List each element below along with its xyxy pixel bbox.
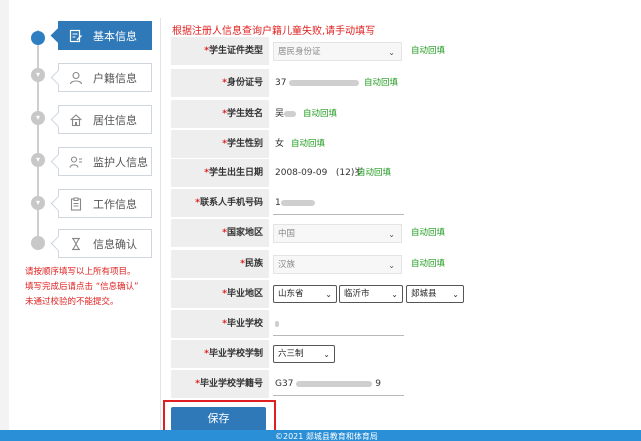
- field-label: *民族: [171, 250, 269, 278]
- step-label: 工作信息: [93, 197, 137, 211]
- divider: [160, 18, 161, 441]
- footer-bar: ©2021 郯城县教育和体育局: [0, 430, 641, 441]
- step-household-info[interactable]: 户籍信息: [58, 63, 152, 92]
- step-dot: ▾: [31, 196, 45, 210]
- step-work-info[interactable]: 工作信息: [58, 189, 152, 218]
- save-highlight: 保存: [163, 400, 276, 434]
- auto-fill-tag: 自动回填: [364, 78, 399, 88]
- field-label: *学生出生日期: [171, 159, 269, 187]
- step-label: 户籍信息: [93, 71, 137, 85]
- field-label: *学生证件类型: [171, 37, 269, 65]
- auto-fill-tag: 自动回填: [411, 46, 446, 56]
- row-id-type: *学生证件类型 居民身份证 ⌄ 自动回填: [171, 37, 445, 65]
- step-guardian-info[interactable]: 监护人信息: [58, 147, 152, 176]
- student-number-input[interactable]: G37 9: [271, 370, 404, 398]
- field-label: *身份证号: [171, 69, 269, 97]
- hourglass-icon: [69, 237, 83, 251]
- step-confirm-info[interactable]: 信息确认: [58, 229, 152, 258]
- row-student-name: *学生姓名 吴 自动回填: [171, 100, 401, 128]
- chevron-down-icon: ⌄: [388, 261, 395, 270]
- lookup-failed-tip: 根据注册人信息查询户籍儿童失败,请手动填写: [172, 26, 376, 37]
- step-dot: [31, 236, 45, 250]
- auto-fill-tag: 自动回填: [291, 139, 326, 149]
- note-line: 填写完成后请点击 “信息确认”: [25, 282, 139, 292]
- school-system-select[interactable]: 六三制 ⌄: [273, 345, 335, 363]
- field-label: *毕业学校学制: [171, 340, 269, 368]
- row-gender: *学生性别 女 自动回填: [171, 130, 401, 158]
- row-birth-date: *学生出生日期 2008-09-09 (12)岁 自动回填: [171, 159, 401, 187]
- auto-fill-tag: 自动回填: [411, 228, 446, 238]
- chevron-down-icon: ⌄: [325, 290, 332, 299]
- note-line: 未通过校验的不能提交。: [25, 297, 119, 307]
- row-id-number: *身份证号 37 自动回填: [171, 69, 401, 97]
- province-select[interactable]: 山东省 ⌄: [273, 285, 337, 303]
- person-icon: [69, 71, 83, 85]
- row-student-number: *毕业学校学籍号 G37 9: [171, 370, 404, 398]
- field-label: *国家地区: [171, 219, 269, 247]
- auto-fill-tag: 自动回填: [411, 259, 446, 269]
- county-select[interactable]: 郯城县 ⌄: [406, 285, 464, 303]
- field-label: *毕业学校学籍号: [171, 370, 269, 398]
- row-school-system: *毕业学校学制 六三制 ⌄: [171, 340, 401, 368]
- step-basic-info[interactable]: 基本信息: [58, 21, 152, 50]
- row-ethnicity: *民族 汉族 ⌄ 自动回填: [171, 250, 445, 278]
- guardian-icon: [69, 155, 83, 169]
- instructions-note: 请按顺序填写以上所有项目。 填写完成后请点击 “信息确认” 未通过校验的不能提交…: [25, 265, 160, 310]
- step-dot: ▾: [31, 68, 45, 82]
- city-select[interactable]: 临沂市 ⌄: [339, 285, 403, 303]
- field-label: *毕业地区: [171, 280, 269, 308]
- clipboard-icon: [69, 197, 83, 211]
- save-button[interactable]: 保存: [171, 407, 266, 431]
- row-country: *国家地区 中国 ⌄ 自动回填: [171, 219, 445, 247]
- footer-text: ©2021 郯城县教育和体育局: [275, 432, 378, 441]
- row-grad-region: *毕业地区 山东省 ⌄ 临沂市 ⌄ 郯城县 ⌄: [171, 280, 464, 308]
- step-residence-info[interactable]: 居住信息: [58, 105, 152, 134]
- row-grad-school: *毕业学校: [171, 310, 404, 338]
- auto-fill-tag: 自动回填: [303, 109, 338, 119]
- field-label: *毕业学校: [171, 310, 269, 338]
- chevron-down-icon: ⌄: [323, 350, 330, 359]
- chevron-down-icon: ⌄: [391, 290, 398, 299]
- chevron-down-icon: ⌄: [452, 290, 459, 299]
- step-label: 居住信息: [93, 113, 137, 127]
- chevron-down-icon: ⌄: [388, 48, 395, 57]
- step-dot-active: [31, 31, 45, 45]
- registration-page: ▾ ▾ ▾ ▾ 基本信息 户籍信息 居住信息 监护人信息 工作信息 信息确认 请…: [0, 0, 641, 441]
- step-dot: ▾: [31, 153, 45, 167]
- grad-school-input[interactable]: [271, 310, 404, 338]
- field-label: *学生性别: [171, 130, 269, 158]
- id-type-select[interactable]: 居民身份证 ⌄: [273, 42, 402, 61]
- step-label: 基本信息: [93, 29, 137, 43]
- field-label: *联系人手机号码: [171, 189, 269, 217]
- step-label: 监护人信息: [93, 155, 148, 169]
- note-line: 请按顺序填写以上所有项目。: [25, 267, 136, 277]
- chevron-down-icon: ⌄: [388, 230, 395, 239]
- country-select[interactable]: 中国 ⌄: [273, 224, 402, 243]
- ethnicity-select[interactable]: 汉族 ⌄: [273, 255, 402, 274]
- step-dot: ▾: [31, 111, 45, 125]
- home-icon: [69, 113, 83, 127]
- auto-fill-tag: 自动回填: [357, 168, 392, 178]
- step-timeline: [37, 30, 39, 243]
- left-edge: [0, 0, 9, 441]
- form-edit-icon: [69, 29, 83, 43]
- contact-phone-input[interactable]: 1: [271, 189, 404, 217]
- step-label: 信息确认: [93, 237, 137, 251]
- field-label: *学生姓名: [171, 100, 269, 128]
- row-contact-phone: *联系人手机号码 1: [171, 189, 404, 217]
